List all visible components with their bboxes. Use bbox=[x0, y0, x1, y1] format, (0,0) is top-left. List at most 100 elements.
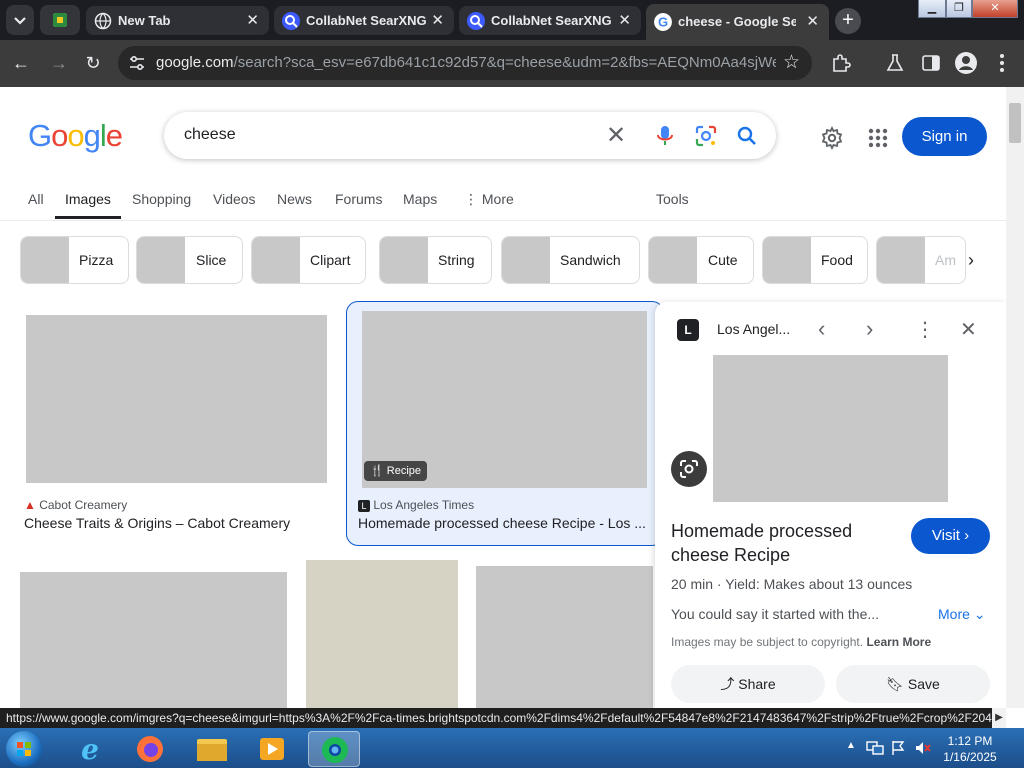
close-window-button[interactable]: ✕ bbox=[972, 0, 1018, 18]
back-icon[interactable]: ← bbox=[10, 52, 32, 74]
clear-search-icon[interactable]: ✕ bbox=[606, 121, 626, 150]
chevron-right-icon[interactable]: › bbox=[968, 250, 974, 271]
nav-tab-news[interactable]: News bbox=[277, 191, 312, 207]
result-image-cheese-board[interactable] bbox=[20, 572, 287, 708]
browser-menu-icon[interactable] bbox=[992, 52, 1012, 74]
microphone-icon[interactable] bbox=[654, 124, 676, 148]
visit-button[interactable]: Visit › bbox=[911, 518, 990, 554]
reload-icon[interactable]: ↻ bbox=[82, 52, 104, 74]
start-button[interactable] bbox=[6, 731, 42, 767]
extensions-icon[interactable] bbox=[830, 52, 852, 74]
chip-american[interactable]: Am bbox=[876, 236, 966, 284]
share-button[interactable]: ⤴ Share bbox=[671, 665, 825, 703]
taskbar-firefox[interactable] bbox=[124, 731, 176, 767]
chip-pizza[interactable]: Pizza bbox=[20, 236, 129, 284]
maximize-button[interactable]: ❐ bbox=[946, 0, 972, 18]
search-box[interactable]: cheese ✕ bbox=[164, 112, 776, 159]
nav-tab-forums[interactable]: Forums bbox=[335, 191, 382, 207]
nav-tab-images[interactable]: Images bbox=[65, 191, 111, 207]
clock-date[interactable]: 1/16/2025 bbox=[940, 750, 1000, 764]
chip-slice[interactable]: Slice bbox=[136, 236, 243, 284]
forward-icon[interactable]: → bbox=[48, 52, 70, 74]
address-bar[interactable]: google.com/search?sca_esv=e67db641c1c92d… bbox=[118, 46, 812, 80]
close-panel-icon[interactable]: ✕ bbox=[960, 317, 977, 342]
action-center-flag-icon[interactable] bbox=[890, 740, 906, 756]
tab-new-tab[interactable]: New Tab ✕ bbox=[86, 6, 269, 35]
nav-tab-all[interactable]: All bbox=[28, 191, 44, 207]
save-label: Save bbox=[907, 676, 940, 692]
minimize-button[interactable]: ▁ bbox=[918, 0, 946, 18]
save-button[interactable]: 🔖︎ Save bbox=[836, 665, 990, 703]
search-input[interactable]: cheese bbox=[184, 126, 236, 144]
tab-title: CollabNet SearXNG bbox=[306, 13, 427, 28]
side-panel-icon[interactable] bbox=[920, 52, 942, 74]
site-info-icon[interactable] bbox=[128, 54, 146, 72]
bookmark-star-icon[interactable]: ☆ bbox=[783, 51, 800, 74]
result-image-swiss-cheese[interactable] bbox=[306, 560, 458, 708]
tab-close-icon[interactable]: ✕ bbox=[806, 12, 819, 30]
svg-text:G: G bbox=[658, 15, 668, 30]
network-icon[interactable] bbox=[866, 740, 884, 756]
panel-description: You could say it started with the... bbox=[671, 606, 880, 622]
panel-title[interactable]: Homemade processed cheese Recipe bbox=[671, 519, 899, 567]
more-vertical-dots-icon: ⋮ bbox=[464, 191, 482, 207]
result-source[interactable]: L Los Angeles Times bbox=[358, 498, 474, 512]
next-chevron-icon[interactable]: › bbox=[866, 316, 873, 342]
google-logo[interactable]: Google bbox=[28, 118, 123, 154]
learn-more-link[interactable]: Learn More bbox=[866, 635, 931, 649]
nav-tab-shopping[interactable]: Shopping bbox=[132, 191, 191, 207]
profile-avatar-icon[interactable] bbox=[954, 51, 978, 75]
utensils-icon: 🍴 bbox=[370, 465, 387, 477]
chip-label: Cute bbox=[708, 252, 738, 268]
labs-flask-icon[interactable] bbox=[884, 52, 906, 74]
new-tab-button[interactable]: + bbox=[835, 8, 861, 34]
tab-collabnet-searxng-2[interactable]: CollabNet SearXNG ✕ bbox=[459, 6, 641, 35]
tab-close-icon[interactable]: ✕ bbox=[618, 11, 631, 29]
result-title[interactable]: Homemade processed cheese Recipe - Los .… bbox=[358, 515, 654, 531]
nav-tab-videos[interactable]: Videos bbox=[213, 191, 256, 207]
chip-sandwich[interactable]: Sandwich bbox=[501, 236, 640, 284]
scroll-right-arrow-icon[interactable]: ▶ bbox=[992, 708, 1006, 728]
tab-close-icon[interactable]: ✕ bbox=[246, 11, 259, 29]
previous-chevron-icon[interactable]: ‹ bbox=[818, 316, 825, 342]
settings-gear-icon[interactable] bbox=[820, 126, 844, 150]
volume-muted-icon[interactable] bbox=[914, 740, 932, 756]
nav-tab-more[interactable]: ⋮ More bbox=[464, 191, 514, 208]
lens-search-icon[interactable] bbox=[671, 451, 707, 487]
tab-search-dropdown[interactable] bbox=[6, 5, 34, 35]
taskbar-chrome[interactable] bbox=[308, 731, 360, 767]
nav-tab-maps[interactable]: Maps bbox=[403, 191, 437, 207]
taskbar-media-player[interactable] bbox=[246, 731, 298, 767]
preview-image[interactable] bbox=[713, 355, 948, 502]
more-options-icon[interactable]: ⋮ bbox=[915, 317, 935, 342]
chip-cute[interactable]: Cute bbox=[648, 236, 754, 284]
tab-collabnet-searxng[interactable]: CollabNet SearXNG ✕ bbox=[274, 6, 454, 35]
clock-time[interactable]: 1:12 PM bbox=[940, 734, 1000, 748]
tab-close-icon[interactable]: ✕ bbox=[431, 11, 444, 29]
result-image-cheese-blocks[interactable] bbox=[476, 566, 653, 708]
tools-button[interactable]: Tools bbox=[656, 191, 689, 207]
panel-source[interactable]: Los Angel... bbox=[717, 321, 790, 337]
file-explorer-icon bbox=[197, 739, 227, 761]
chip-food[interactable]: Food bbox=[762, 236, 868, 284]
tab-google-cheese[interactable]: G cheese - Google Sear ✕ bbox=[646, 4, 829, 40]
search-submit-icon[interactable] bbox=[736, 125, 758, 147]
url-host: google.com bbox=[156, 54, 234, 71]
result-title[interactable]: Cheese Traits & Origins – Cabot Creamery bbox=[24, 515, 324, 531]
taskbar-internet-explorer[interactable]: e bbox=[64, 731, 116, 767]
result-source[interactable]: ▲ Cabot Creamery bbox=[24, 498, 127, 512]
more-toggle[interactable]: More ⌄ bbox=[938, 606, 986, 623]
chip-clipart[interactable]: Clipart bbox=[251, 236, 366, 284]
tray-expand-icon[interactable]: ▲ bbox=[846, 740, 856, 751]
scrollbar-thumb[interactable] bbox=[1009, 103, 1021, 143]
cabot-favicon-icon: ▲ bbox=[24, 498, 40, 512]
firefox-icon bbox=[137, 736, 163, 762]
sign-in-button[interactable]: Sign in bbox=[902, 117, 987, 156]
lens-camera-icon[interactable] bbox=[694, 124, 718, 148]
taskbar-file-explorer[interactable] bbox=[186, 731, 238, 767]
google-apps-grid-icon[interactable] bbox=[866, 126, 890, 150]
chip-string[interactable]: String bbox=[379, 236, 492, 284]
result-image-cabot[interactable] bbox=[26, 315, 327, 483]
pinned-tab[interactable] bbox=[40, 5, 80, 35]
page-scrollbar[interactable] bbox=[1006, 87, 1024, 708]
